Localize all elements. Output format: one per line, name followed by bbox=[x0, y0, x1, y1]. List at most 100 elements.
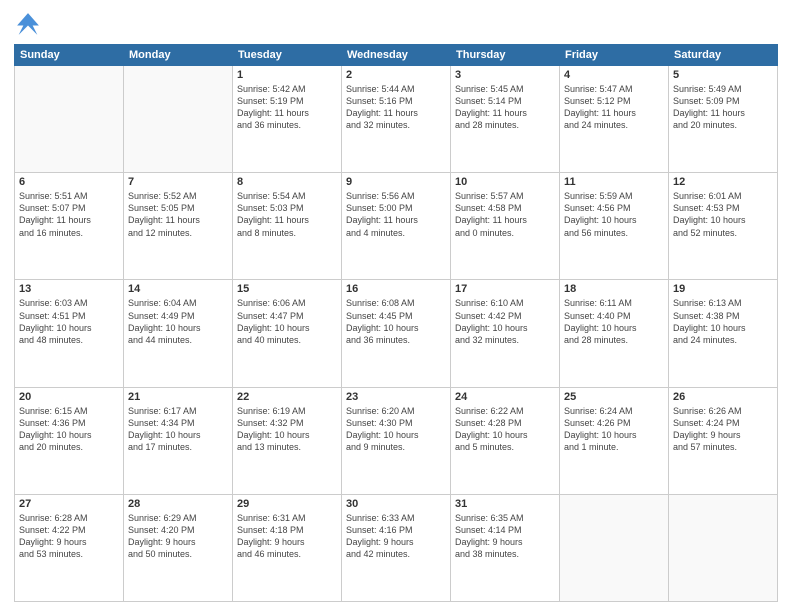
day-info: Sunrise: 6:29 AM Sunset: 4:20 PM Dayligh… bbox=[128, 512, 228, 561]
calendar-table: SundayMondayTuesdayWednesdayThursdayFrid… bbox=[14, 44, 778, 602]
day-info: Sunrise: 6:28 AM Sunset: 4:22 PM Dayligh… bbox=[19, 512, 119, 561]
day-info: Sunrise: 6:10 AM Sunset: 4:42 PM Dayligh… bbox=[455, 297, 555, 346]
day-info: Sunrise: 6:04 AM Sunset: 4:49 PM Dayligh… bbox=[128, 297, 228, 346]
calendar-cell: 13Sunrise: 6:03 AM Sunset: 4:51 PM Dayli… bbox=[15, 280, 124, 387]
calendar-week-1: 1Sunrise: 5:42 AM Sunset: 5:19 PM Daylig… bbox=[15, 66, 778, 173]
day-info: Sunrise: 5:52 AM Sunset: 5:05 PM Dayligh… bbox=[128, 190, 228, 239]
day-info: Sunrise: 6:01 AM Sunset: 4:53 PM Dayligh… bbox=[673, 190, 773, 239]
calendar-cell: 11Sunrise: 5:59 AM Sunset: 4:56 PM Dayli… bbox=[560, 173, 669, 280]
calendar-header-row: SundayMondayTuesdayWednesdayThursdayFrid… bbox=[15, 45, 778, 66]
day-number: 18 bbox=[564, 283, 664, 295]
calendar-cell bbox=[124, 66, 233, 173]
calendar-weekday-thursday: Thursday bbox=[451, 45, 560, 66]
calendar-weekday-wednesday: Wednesday bbox=[342, 45, 451, 66]
calendar-cell: 28 Sunrise: 6:29 AM Sunset: 4:20 PM Dayli… bbox=[124, 494, 233, 601]
header bbox=[14, 10, 778, 38]
calendar-cell: 6Sunrise: 5:51 AM Sunset: 5:07 PM Daylig… bbox=[15, 173, 124, 280]
calendar-cell: 16 Sunrise: 6:08 AM Sunset: 4:45 PM Dayli… bbox=[342, 280, 451, 387]
calendar-cell bbox=[560, 494, 669, 601]
calendar-cell: 5 Sunrise: 5:49 AM Sunset: 5:09 PM Daylig… bbox=[669, 66, 778, 173]
day-number: 21 bbox=[128, 391, 228, 403]
day-info: Sunrise: 5:56 AM Sunset: 5:00 PM Dayligh… bbox=[346, 190, 446, 239]
calendar-cell bbox=[669, 494, 778, 601]
day-info: Sunrise: 5:49 AM Sunset: 5:09 PM Dayligh… bbox=[673, 83, 773, 132]
calendar-cell: 21 Sunrise: 6:17 AM Sunset: 4:34 PM Dayli… bbox=[124, 387, 233, 494]
day-number: 4 bbox=[564, 69, 664, 81]
calendar-cell: 22Sunrise: 6:19 AM Sunset: 4:32 PM Dayli… bbox=[233, 387, 342, 494]
calendar-cell: 30 Sunrise: 6:33 AM Sunset: 4:16 PM Dayli… bbox=[342, 494, 451, 601]
calendar-cell: 3 Sunrise: 5:45 AM Sunset: 5:14 PM Daylig… bbox=[451, 66, 560, 173]
day-number: 3 bbox=[455, 69, 555, 81]
calendar-week-3: 13Sunrise: 6:03 AM Sunset: 4:51 PM Dayli… bbox=[15, 280, 778, 387]
calendar-cell: 17 Sunrise: 6:10 AM Sunset: 4:42 PM Dayli… bbox=[451, 280, 560, 387]
day-info: Sunrise: 6:11 AM Sunset: 4:40 PM Dayligh… bbox=[564, 297, 664, 346]
calendar-cell: 24Sunrise: 6:22 AM Sunset: 4:28 PM Dayli… bbox=[451, 387, 560, 494]
calendar-week-4: 20 Sunrise: 6:15 AM Sunset: 4:36 PM Dayli… bbox=[15, 387, 778, 494]
day-info: Sunrise: 5:54 AM Sunset: 5:03 PM Dayligh… bbox=[237, 190, 337, 239]
day-info: Sunrise: 6:26 AM Sunset: 4:24 PM Dayligh… bbox=[673, 405, 773, 454]
day-info: Sunrise: 6:06 AM Sunset: 4:47 PM Dayligh… bbox=[237, 297, 337, 346]
day-info: Sunrise: 6:24 AM Sunset: 4:26 PM Dayligh… bbox=[564, 405, 664, 454]
day-info: Sunrise: 6:33 AM Sunset: 4:16 PM Dayligh… bbox=[346, 512, 446, 561]
calendar-cell: 9 Sunrise: 5:56 AM Sunset: 5:00 PM Daylig… bbox=[342, 173, 451, 280]
calendar-cell: 15 Sunrise: 6:06 AM Sunset: 4:47 PM Dayli… bbox=[233, 280, 342, 387]
calendar-cell bbox=[15, 66, 124, 173]
day-info: Sunrise: 6:17 AM Sunset: 4:34 PM Dayligh… bbox=[128, 405, 228, 454]
day-number: 5 bbox=[673, 69, 773, 81]
calendar-cell: 10 Sunrise: 5:57 AM Sunset: 4:58 PM Dayli… bbox=[451, 173, 560, 280]
day-number: 22 bbox=[237, 391, 337, 403]
calendar-cell: 31 Sunrise: 6:35 AM Sunset: 4:14 PM Dayli… bbox=[451, 494, 560, 601]
calendar-weekday-tuesday: Tuesday bbox=[233, 45, 342, 66]
day-info: Sunrise: 5:57 AM Sunset: 4:58 PM Dayligh… bbox=[455, 190, 555, 239]
calendar-cell: 1Sunrise: 5:42 AM Sunset: 5:19 PM Daylig… bbox=[233, 66, 342, 173]
day-number: 9 bbox=[346, 176, 446, 188]
logo-icon bbox=[14, 10, 42, 38]
day-info: Sunrise: 6:22 AM Sunset: 4:28 PM Dayligh… bbox=[455, 405, 555, 454]
day-number: 19 bbox=[673, 283, 773, 295]
calendar-cell: 4 Sunrise: 5:47 AM Sunset: 5:12 PM Daylig… bbox=[560, 66, 669, 173]
day-number: 17 bbox=[455, 283, 555, 295]
calendar-cell: 20 Sunrise: 6:15 AM Sunset: 4:36 PM Dayli… bbox=[15, 387, 124, 494]
day-info: Sunrise: 6:15 AM Sunset: 4:36 PM Dayligh… bbox=[19, 405, 119, 454]
day-number: 10 bbox=[455, 176, 555, 188]
day-number: 31 bbox=[455, 498, 555, 510]
day-number: 29 bbox=[237, 498, 337, 510]
calendar-cell: 18 Sunrise: 6:11 AM Sunset: 4:40 PM Dayli… bbox=[560, 280, 669, 387]
calendar-weekday-friday: Friday bbox=[560, 45, 669, 66]
day-info: Sunrise: 6:03 AM Sunset: 4:51 PM Dayligh… bbox=[19, 297, 119, 346]
day-number: 26 bbox=[673, 391, 773, 403]
day-info: Sunrise: 5:51 AM Sunset: 5:07 PM Dayligh… bbox=[19, 190, 119, 239]
day-number: 23 bbox=[346, 391, 446, 403]
calendar-cell: 19 Sunrise: 6:13 AM Sunset: 4:38 PM Dayli… bbox=[669, 280, 778, 387]
day-info: Sunrise: 5:47 AM Sunset: 5:12 PM Dayligh… bbox=[564, 83, 664, 132]
calendar-week-2: 6Sunrise: 5:51 AM Sunset: 5:07 PM Daylig… bbox=[15, 173, 778, 280]
calendar-cell: 29Sunrise: 6:31 AM Sunset: 4:18 PM Dayli… bbox=[233, 494, 342, 601]
day-number: 27 bbox=[19, 498, 119, 510]
day-number: 16 bbox=[346, 283, 446, 295]
calendar-cell: 12 Sunrise: 6:01 AM Sunset: 4:53 PM Dayli… bbox=[669, 173, 778, 280]
calendar-cell: 8 Sunrise: 5:54 AM Sunset: 5:03 PM Daylig… bbox=[233, 173, 342, 280]
calendar-cell: 25 Sunrise: 6:24 AM Sunset: 4:26 PM Dayli… bbox=[560, 387, 669, 494]
day-number: 30 bbox=[346, 498, 446, 510]
day-info: Sunrise: 5:45 AM Sunset: 5:14 PM Dayligh… bbox=[455, 83, 555, 132]
day-number: 8 bbox=[237, 176, 337, 188]
day-number: 25 bbox=[564, 391, 664, 403]
calendar-cell: 14 Sunrise: 6:04 AM Sunset: 4:49 PM Dayli… bbox=[124, 280, 233, 387]
day-info: Sunrise: 6:08 AM Sunset: 4:45 PM Dayligh… bbox=[346, 297, 446, 346]
calendar-cell: 26 Sunrise: 6:26 AM Sunset: 4:24 PM Dayli… bbox=[669, 387, 778, 494]
day-info: Sunrise: 6:35 AM Sunset: 4:14 PM Dayligh… bbox=[455, 512, 555, 561]
day-info: Sunrise: 6:13 AM Sunset: 4:38 PM Dayligh… bbox=[673, 297, 773, 346]
day-number: 20 bbox=[19, 391, 119, 403]
day-number: 7 bbox=[128, 176, 228, 188]
calendar-weekday-monday: Monday bbox=[124, 45, 233, 66]
calendar-cell: 23 Sunrise: 6:20 AM Sunset: 4:30 PM Dayli… bbox=[342, 387, 451, 494]
day-number: 14 bbox=[128, 283, 228, 295]
day-number: 15 bbox=[237, 283, 337, 295]
day-number: 28 bbox=[128, 498, 228, 510]
day-number: 12 bbox=[673, 176, 773, 188]
calendar-cell: 7 Sunrise: 5:52 AM Sunset: 5:05 PM Daylig… bbox=[124, 173, 233, 280]
day-info: Sunrise: 6:20 AM Sunset: 4:30 PM Dayligh… bbox=[346, 405, 446, 454]
calendar-week-5: 27 Sunrise: 6:28 AM Sunset: 4:22 PM Dayli… bbox=[15, 494, 778, 601]
page: SundayMondayTuesdayWednesdayThursdayFrid… bbox=[0, 0, 792, 612]
day-number: 1 bbox=[237, 69, 337, 81]
